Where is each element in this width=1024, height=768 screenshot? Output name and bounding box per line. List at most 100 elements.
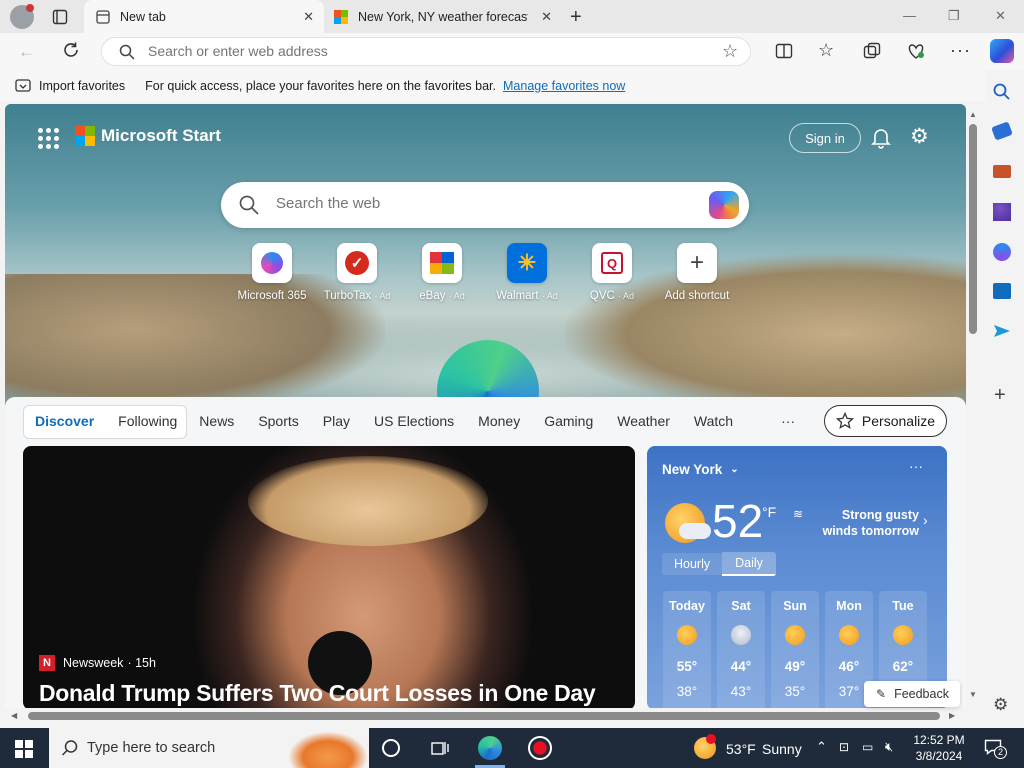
drop-send-icon[interactable] (993, 323, 1011, 339)
address-bar[interactable]: ☆ (101, 37, 751, 66)
sunny-icon (677, 625, 697, 645)
shortcut-turbotax[interactable]: ✓ TurboTax · Ad (313, 243, 401, 302)
feed-tab-news[interactable]: News (199, 413, 234, 429)
feed-tab-money[interactable]: Money (478, 413, 520, 429)
meet-now-icon[interactable]: ⊡ (839, 740, 849, 754)
feedback-button[interactable]: ✎ Feedback (864, 681, 960, 707)
taskbar-weather-condition[interactable]: Sunny (762, 741, 802, 757)
daily-tab[interactable]: Daily (722, 552, 776, 576)
address-input[interactable] (148, 43, 708, 59)
scroll-down-icon[interactable]: ▼ (969, 690, 977, 699)
notifications-bell-icon[interactable] (871, 127, 891, 149)
record-app-icon[interactable] (528, 736, 552, 760)
weather-alert[interactable]: Strong gusty winds tomorrow (807, 507, 919, 539)
shortcut-add[interactable]: + Add shortcut (653, 243, 741, 302)
tab-actions-icon[interactable] (52, 9, 68, 25)
cortana-icon[interactable] (382, 739, 400, 757)
sign-in-button[interactable]: Sign in (789, 123, 861, 153)
minimize-icon[interactable]: — (903, 8, 916, 23)
clock-date: 3/8/2024 (915, 749, 963, 763)
network-icon[interactable]: ▭ (862, 740, 873, 754)
performance-icon[interactable] (906, 42, 926, 60)
app-launcher-icon[interactable] (38, 128, 59, 149)
back-icon[interactable]: ← (18, 42, 35, 62)
tab-weather[interactable]: New York, NY weather forecast | ✕ (324, 0, 562, 33)
outlook-icon[interactable] (993, 283, 1011, 299)
close-window-icon[interactable]: ✕ (995, 8, 1006, 24)
edge-taskbar-icon[interactable] (478, 736, 502, 760)
temperature-unit[interactable]: °F (762, 504, 776, 520)
turbotax-icon: ✓ (337, 243, 377, 283)
feed-tab-play[interactable]: Play (323, 413, 350, 429)
news-feed: Discover Following News Sports Play US E… (5, 397, 966, 710)
windows-start-icon[interactable] (15, 740, 33, 758)
volume-muted-icon[interactable]: 🔇︎ (885, 739, 893, 755)
shopping-tag-icon[interactable] (991, 121, 1013, 141)
news-headline[interactable]: Donald Trump Suffers Two Court Losses in… (39, 680, 596, 707)
hourly-tab[interactable]: Hourly (662, 553, 723, 575)
page-settings-icon[interactable]: ⚙ (910, 124, 929, 149)
feed-tab-weather[interactable]: Weather (617, 413, 670, 429)
chevron-right-icon[interactable]: › (923, 512, 928, 528)
feed-tab-us-elections[interactable]: US Elections (374, 413, 454, 429)
vertical-scroll-thumb[interactable] (969, 124, 977, 334)
feed-tab-gaming[interactable]: Gaming (544, 413, 593, 429)
collections-icon[interactable] (863, 42, 881, 60)
taskbar-search-box[interactable]: Type here to search (49, 728, 369, 768)
web-search-input[interactable] (276, 195, 676, 212)
forecast-day[interactable]: Today 55° 38° (663, 591, 711, 710)
close-tab-icon[interactable]: ✕ (541, 9, 552, 25)
weather-location-picker[interactable]: New York ⌄ (662, 462, 739, 477)
split-screen-icon[interactable] (775, 42, 793, 60)
feed-tab-following[interactable]: Following (118, 413, 177, 429)
shortcut-walmart[interactable]: ✳ Walmart · Ad (483, 243, 571, 302)
sidebar-search-icon[interactable] (993, 83, 1011, 101)
copilot-search-icon[interactable] (709, 191, 739, 219)
feed-more-button[interactable]: ··· (781, 413, 795, 429)
games-icon[interactable] (993, 203, 1011, 221)
scroll-right-icon[interactable]: ▶ (949, 711, 955, 720)
sidebar-settings-icon[interactable]: ⚙ (993, 695, 1008, 715)
web-search-box[interactable] (221, 182, 749, 228)
import-favorites-button[interactable]: Import favorites (39, 79, 125, 93)
tools-briefcase-icon[interactable] (993, 165, 1011, 178)
favorite-star-icon[interactable]: ☆ (722, 41, 738, 62)
close-tab-icon[interactable]: ✕ (303, 9, 314, 25)
shortcut-microsoft365[interactable]: Microsoft 365 (228, 243, 316, 302)
more-menu-icon[interactable]: ··· (950, 40, 971, 61)
microsoft-start-logo[interactable]: Microsoft Start (75, 126, 221, 146)
scroll-up-icon[interactable]: ▲ (969, 110, 977, 119)
shortcut-qvc[interactable]: Q QVC · Ad (568, 243, 656, 302)
weather-card[interactable]: New York ⌄ ··· 52 °F ≋ Strong gusty wind… (647, 446, 947, 710)
shortcut-ebay[interactable]: eBay · Ad (398, 243, 486, 302)
scroll-left-icon[interactable]: ◀ (11, 711, 17, 720)
feed-nav: Discover Following News Sports Play US E… (35, 413, 819, 429)
add-sidebar-app-icon[interactable]: + (994, 384, 1006, 407)
notification-center-icon[interactable]: 2 (984, 738, 1007, 759)
restore-icon[interactable]: ❐ (948, 8, 960, 24)
weather-more-icon[interactable]: ··· (909, 458, 923, 474)
personalize-button[interactable]: Personalize (824, 405, 947, 437)
taskbar-weather-temp[interactable]: 53°F (726, 741, 756, 757)
forecast-day[interactable]: Sat 44° 43° (717, 591, 765, 710)
new-tab-button[interactable]: + (570, 6, 582, 29)
feed-tab-discover[interactable]: Discover (35, 413, 94, 429)
news-card[interactable]: N Newsweek · 15h Donald Trump Suffers Tw… (23, 446, 635, 710)
profile-avatar[interactable] (10, 4, 34, 29)
news-age: · 15h (127, 656, 156, 670)
show-hidden-icons[interactable]: ⌃ (816, 739, 827, 755)
notification-count: 2 (994, 746, 1007, 759)
clock[interactable]: 12:52 PM 3/8/2024 (910, 732, 968, 764)
microsoft365-icon[interactable] (993, 243, 1011, 261)
refresh-icon[interactable] (62, 41, 80, 59)
copilot-icon[interactable] (990, 39, 1014, 63)
favorites-icon[interactable]: ☆ (818, 40, 834, 61)
feed-tab-sports[interactable]: Sports (258, 413, 298, 429)
task-view-icon[interactable] (431, 740, 449, 756)
feed-tab-watch[interactable]: Watch (694, 413, 733, 429)
manage-favorites-link[interactable]: Manage favorites now (503, 79, 625, 93)
tab-new-tab[interactable]: New tab ✕ (84, 0, 324, 33)
news-photo-subject (248, 456, 488, 546)
forecast-day[interactable]: Sun 49° 35° (771, 591, 819, 710)
horizontal-scroll-thumb[interactable] (28, 712, 940, 720)
